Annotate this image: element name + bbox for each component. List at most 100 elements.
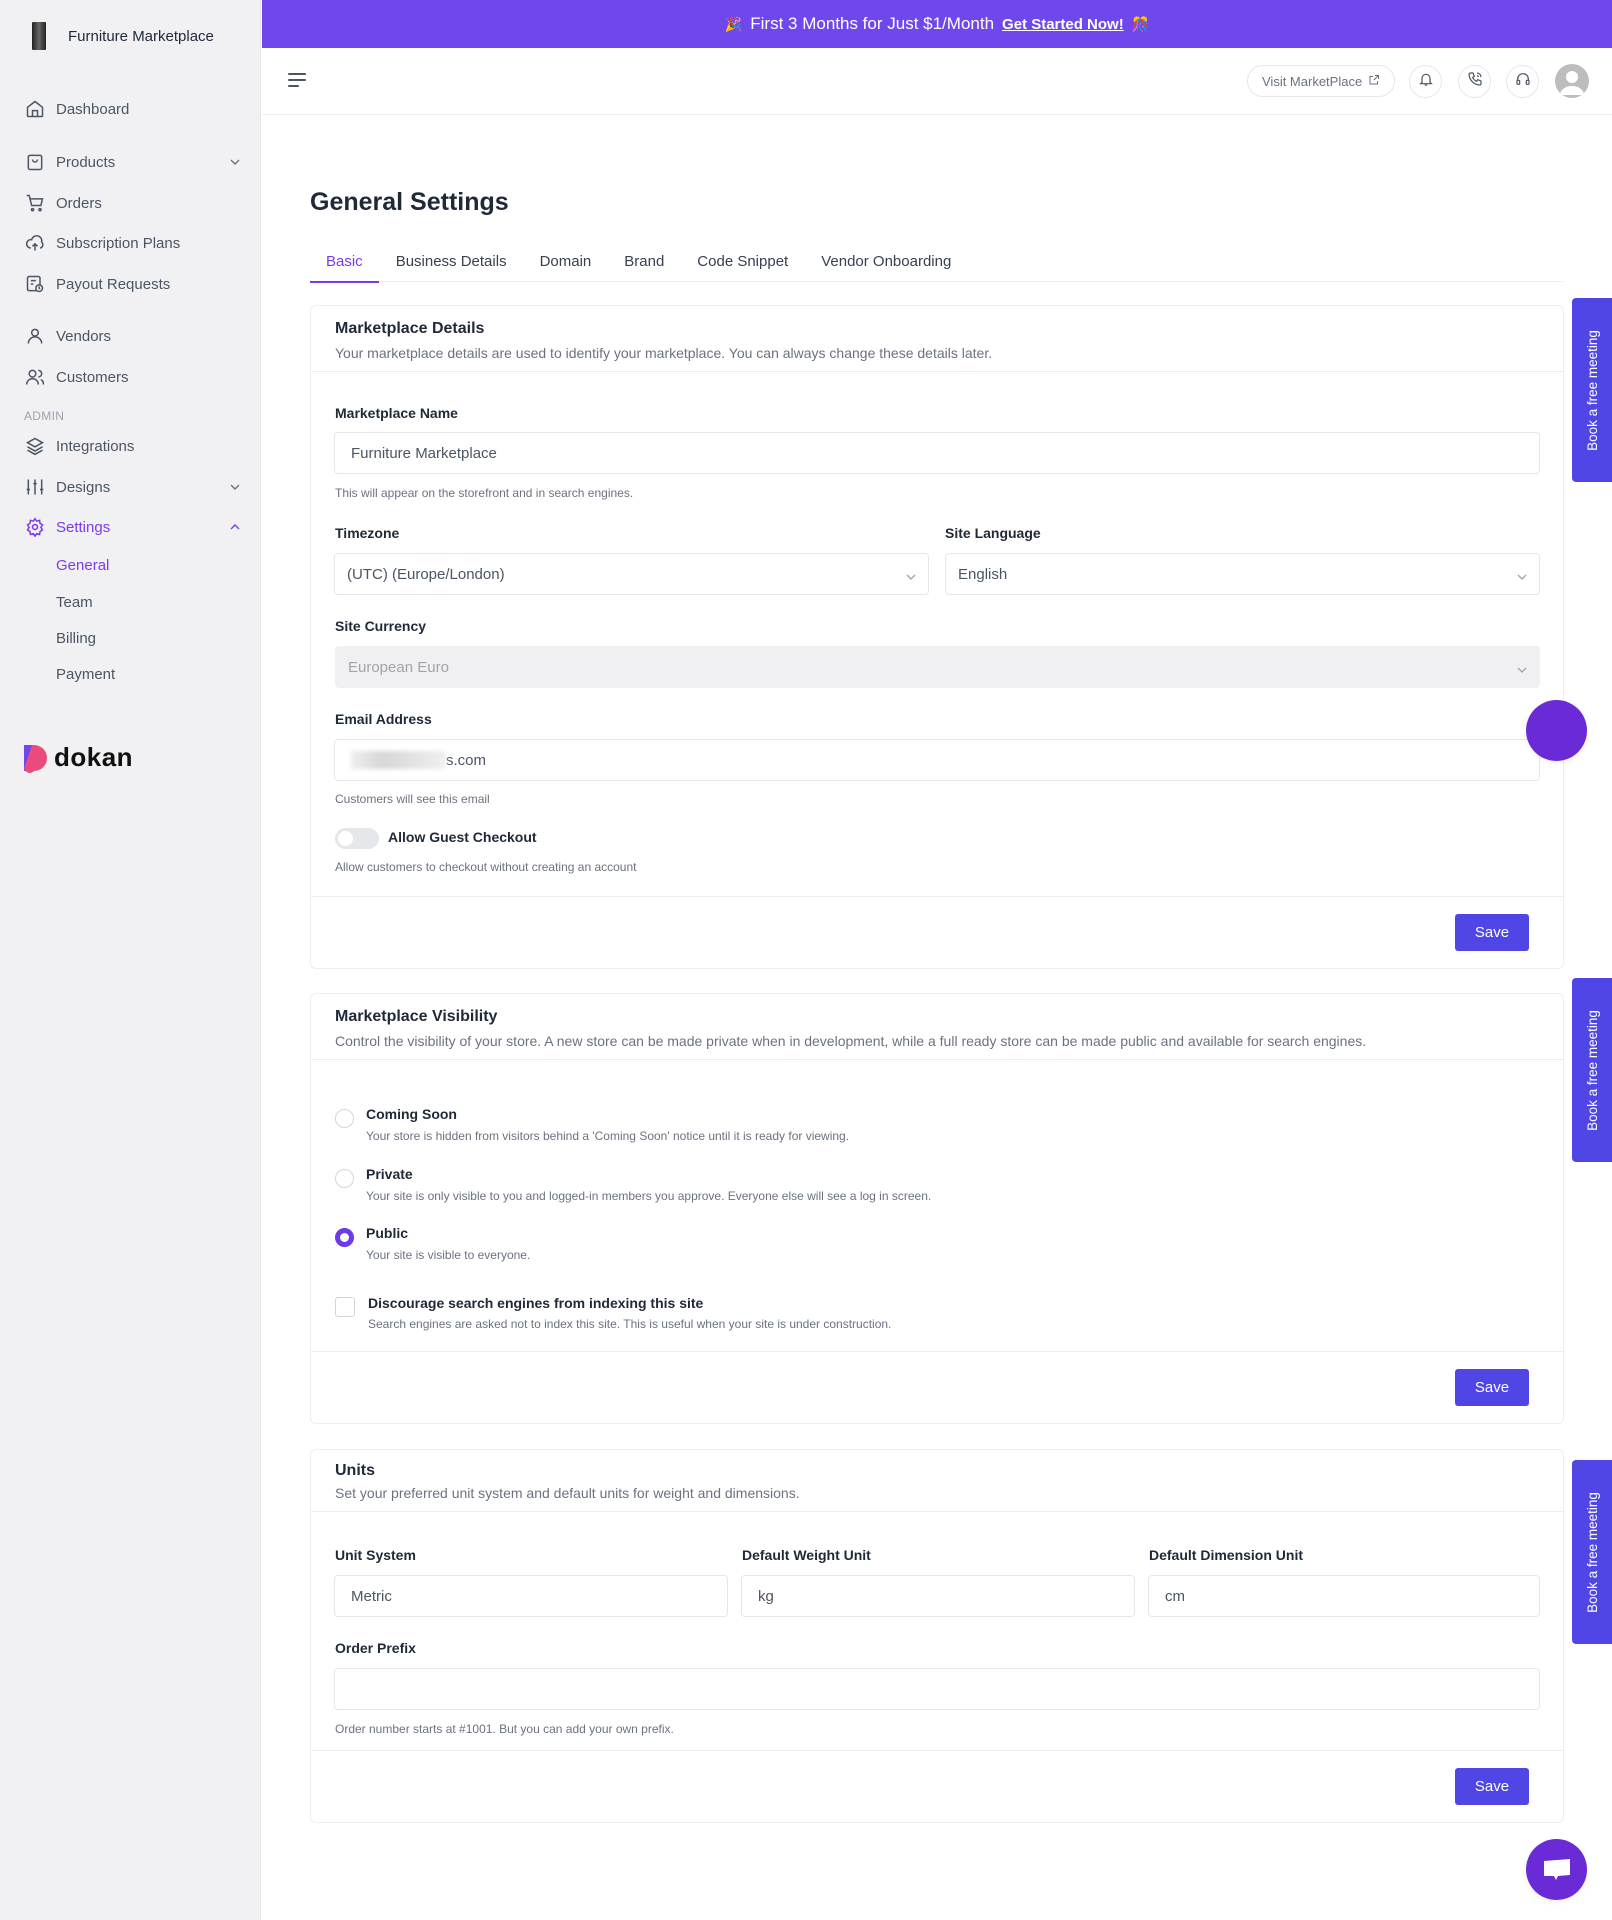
site-language-select[interactable]: English	[945, 553, 1540, 595]
menu-toggle-icon[interactable]	[288, 72, 306, 93]
sidebar-sub-general[interactable]: General	[56, 557, 109, 574]
sidebar-item-customers[interactable]: Customers	[24, 361, 244, 393]
default-weight-unit-label: Default Weight Unit	[742, 1547, 871, 1563]
sidebar-sub-billing[interactable]: Billing	[56, 630, 96, 647]
order-prefix-help: Order number starts at #1001. But you ca…	[335, 1722, 674, 1736]
sidebar: Furniture Marketplace Dashboard Products…	[0, 0, 261, 1920]
admin-section-label: ADMIN	[24, 409, 65, 423]
get-started-link[interactable]: Get Started Now!	[1002, 16, 1124, 33]
visit-marketplace-label: Visit MarketPlace	[1262, 73, 1363, 89]
units-card: Units Set your preferred unit system and…	[310, 1449, 1564, 1823]
redacted-email	[351, 751, 446, 769]
save-details-button[interactable]: Save	[1455, 914, 1529, 951]
notifications-button[interactable]	[1409, 65, 1442, 98]
default-dimension-unit-label: Default Dimension Unit	[1149, 1547, 1304, 1563]
save-visibility-button[interactable]: Save	[1455, 1369, 1529, 1406]
dokan-logo-icon	[24, 744, 47, 773]
tab-basic[interactable]: Basic	[310, 240, 379, 283]
sidebar-item-label: Customers	[56, 368, 129, 386]
default-weight-unit-input[interactable]: kg	[741, 1575, 1135, 1617]
promo-text: First 3 Months for Just $1/Month	[750, 14, 995, 33]
sidebar-item-label: Products	[56, 153, 116, 171]
book-meeting-tab[interactable]: Book a free meeting	[1572, 1460, 1612, 1644]
sidebar-item-subscription-plans[interactable]: Subscription Plans	[24, 227, 244, 259]
user-avatar[interactable]	[1555, 64, 1589, 98]
store-logo	[32, 22, 46, 50]
sidebar-sub-payment[interactable]: Payment	[56, 666, 115, 683]
discourage-search-checkbox[interactable]	[335, 1297, 355, 1317]
radio-public[interactable]	[335, 1228, 354, 1247]
sidebar-item-integrations[interactable]: Integrations	[24, 430, 244, 462]
sidebar-item-payout-requests[interactable]: Payout Requests	[24, 268, 244, 300]
sidebar-item-vendors[interactable]: Vendors	[24, 320, 244, 352]
chevron-down-icon	[1517, 567, 1527, 584]
chat-button[interactable]	[1526, 1839, 1587, 1900]
sidebar-item-products[interactable]: Products	[24, 146, 244, 178]
marketplace-visibility-card: Marketplace Visibility Control the visib…	[310, 993, 1564, 1424]
order-prefix-label: Order Prefix	[335, 1640, 416, 1656]
external-link-icon	[1368, 74, 1380, 89]
sidebar-item-orders[interactable]: Orders	[24, 187, 244, 219]
timezone-select[interactable]: (UTC) (Europe/London)	[334, 553, 929, 595]
marketplace-name-input[interactable]: Furniture Marketplace	[334, 432, 1540, 474]
home-icon	[24, 98, 46, 120]
card-title: Marketplace Details	[335, 320, 485, 337]
tab-business-details[interactable]: Business Details	[380, 240, 523, 282]
sidebar-item-label: Integrations	[56, 437, 135, 455]
users-icon	[24, 366, 46, 388]
email-label: Email Address	[335, 711, 432, 727]
tab-domain[interactable]: Domain	[524, 240, 608, 282]
topbar: Visit MarketPlace	[262, 48, 1612, 115]
sidebar-item-label: Subscription Plans	[56, 234, 181, 252]
sidebar-item-label: Vendors	[56, 327, 112, 345]
sidebar-item-settings[interactable]: Settings	[24, 511, 244, 543]
sidebar-item-dashboard[interactable]: Dashboard	[24, 93, 244, 125]
timezone-label: Timezone	[335, 525, 400, 541]
site-currency-select[interactable]: European Euro	[335, 646, 1540, 688]
radio-private[interactable]	[335, 1169, 354, 1188]
visit-marketplace-button[interactable]: Visit MarketPlace	[1247, 65, 1396, 97]
order-prefix-input[interactable]	[334, 1668, 1540, 1710]
default-dimension-unit-input[interactable]: cm	[1148, 1575, 1540, 1617]
sidebar-item-label: Settings	[56, 518, 111, 536]
page-title: General Settings	[310, 188, 509, 216]
bell-icon	[1418, 71, 1434, 92]
radio-coming-soon[interactable]	[335, 1109, 354, 1128]
unit-system-input[interactable]: Metric	[334, 1575, 728, 1617]
avatar-placeholder-icon	[1560, 71, 1584, 95]
tab-code-snippet[interactable]: Code Snippet	[681, 240, 804, 282]
support-button[interactable]	[1506, 65, 1539, 98]
card-footer: Save	[311, 1750, 1563, 1822]
option-public-label: Public	[366, 1225, 409, 1241]
card-title: Marketplace Visibility	[335, 1008, 498, 1025]
shopping-bag-icon	[24, 151, 46, 173]
email-help: Customers will see this email	[335, 792, 490, 806]
book-meeting-tab[interactable]: Book a free meeting	[1572, 298, 1612, 482]
sidebar-sub-team[interactable]: Team	[56, 594, 93, 611]
card-description: Control the visibility of your store. A …	[335, 1033, 1367, 1049]
guest-checkout-toggle[interactable]	[335, 828, 379, 849]
chevron-up-icon	[230, 521, 240, 533]
promo-banner: 🎉 First 3 Months for Just $1/Month Get S…	[262, 0, 1612, 48]
save-units-button[interactable]: Save	[1455, 1768, 1529, 1805]
tab-brand[interactable]: Brand	[608, 240, 680, 282]
store-brand[interactable]: Furniture Marketplace	[32, 22, 214, 50]
call-button[interactable]	[1458, 65, 1491, 98]
cart-icon	[24, 192, 46, 214]
floating-action-button[interactable]	[1526, 700, 1587, 761]
sidebar-item-designs[interactable]: Designs	[24, 471, 244, 503]
book-meeting-tab[interactable]: Book a free meeting	[1572, 978, 1612, 1162]
tab-vendor-onboarding[interactable]: Vendor Onboarding	[805, 240, 967, 282]
unit-system-label: Unit System	[335, 1547, 416, 1563]
card-description: Your marketplace details are used to ide…	[335, 345, 993, 361]
option-private-desc: Your site is only visible to you and log…	[366, 1189, 932, 1203]
email-input[interactable]: s.com	[334, 739, 1540, 781]
gear-icon	[24, 516, 46, 538]
store-name: Furniture Marketplace	[68, 27, 214, 45]
option-private-label: Private	[366, 1166, 413, 1182]
card-header: Marketplace Details Your marketplace det…	[311, 306, 1563, 372]
sidebar-item-label: Dashboard	[56, 100, 130, 118]
chevron-down-icon	[1517, 660, 1527, 677]
option-coming-soon-label: Coming Soon	[366, 1106, 457, 1122]
card-description: Set your preferred unit system and defau…	[335, 1485, 800, 1501]
